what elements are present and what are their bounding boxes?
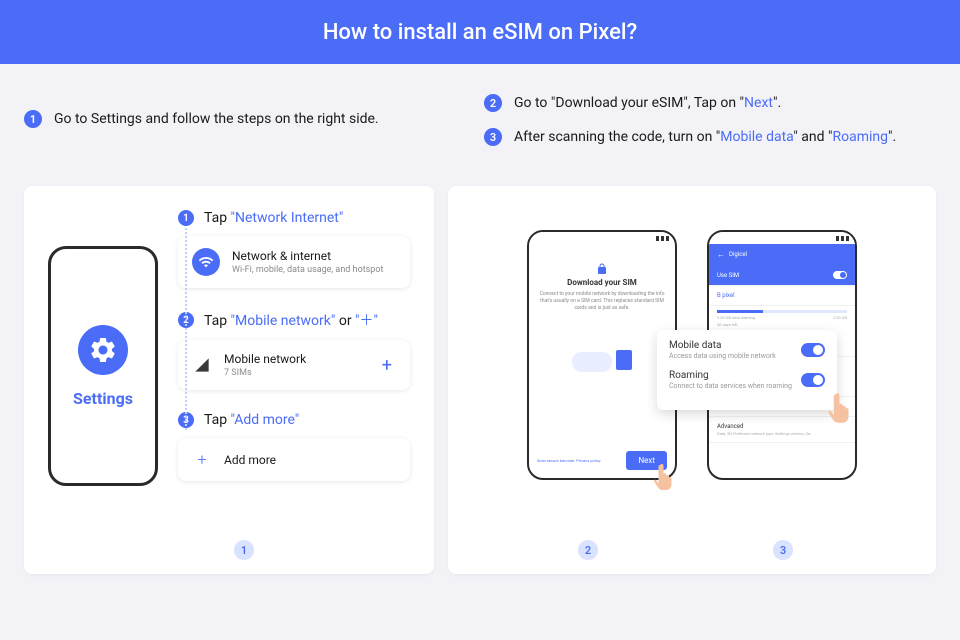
roaming-text: Roaming Connect to data services when ro… [669, 370, 792, 390]
status-bar [529, 232, 675, 244]
roaming-link: Roaming [832, 129, 888, 145]
instruction-1-text: Go to Settings and follow the steps on t… [54, 111, 379, 127]
plan-row: B pixel [709, 286, 855, 306]
phone-column: Settings [48, 210, 158, 550]
card-sub: Wi-Fi, mobile, data usage, and hotspot [232, 265, 396, 275]
mobile-data-toggle[interactable] [801, 343, 825, 357]
toggle-popup: Mobile data Access data using mobile net… [657, 330, 837, 410]
sim-icon [616, 350, 632, 370]
use-sim-toggle[interactable] [833, 271, 847, 279]
page-header: How to install an eSIM on Pixel? [0, 0, 960, 64]
instruction-2: 2 Go to "Download your eSIM", Tap on "Ne… [484, 94, 936, 112]
carrier-name: Digicel [729, 251, 747, 258]
instruction-1: 1 Go to Settings and follow the steps on… [24, 110, 444, 128]
step-3-head: 3 Tap "Add more" [178, 412, 410, 428]
step-3: 3 Tap "Add more" + Add more [178, 412, 410, 481]
phone-mocks: Download your SIM Connect to your mobile… [472, 210, 912, 480]
mobile-data-row: Mobile data Access data using mobile net… [669, 340, 825, 360]
instruction-3-text: After scanning the code, turn on "Mobile… [514, 129, 896, 145]
next-link: Next [744, 95, 773, 111]
panel-number-1: 1 [234, 540, 254, 560]
mock-carrier-settings: ← Digicel Use SIM B pixel [707, 230, 857, 480]
badge-1: 1 [24, 110, 42, 128]
badge-2: 2 [484, 94, 502, 112]
step-1-head: 1 Tap "Network Internet" [178, 210, 410, 226]
instruction-3: 3 After scanning the code, turn on "Mobi… [484, 128, 936, 146]
mobile-network-card[interactable]: Mobile network 7 SIMs + [178, 340, 410, 390]
step-2-head: 2 Tap "Mobile network" or "＋" [178, 310, 410, 330]
mobile-network-link: "Mobile network" [231, 313, 336, 329]
card-text: Add more [224, 453, 396, 467]
lock-icon [596, 260, 608, 272]
download-sim-desc: Connect to your mobile network by downlo… [539, 291, 665, 312]
network-internet-card[interactable]: Network & internet Wi-Fi, mobile, data u… [178, 236, 410, 288]
panel-number-2: 2 [578, 540, 598, 560]
card-title: Network & internet [232, 249, 396, 263]
card-text: Mobile network 7 SIMs [224, 352, 366, 378]
add-more-link: "Add more" [231, 412, 300, 428]
instruction-2-text: Go to "Download your eSIM", Tap on "Next… [514, 95, 781, 111]
network-internet-link: "Network Internet" [231, 210, 344, 226]
step-1: 1 Tap "Network Internet" Network & inter… [178, 210, 410, 288]
card-title: Mobile network [224, 352, 366, 366]
download-sim-title: Download your SIM [567, 278, 637, 287]
carrier-header: ← Digicel [709, 244, 855, 265]
card-text: Network & internet Wi-Fi, mobile, data u… [232, 249, 396, 275]
roaming-toggle[interactable] [801, 373, 825, 387]
badge-3: 3 [484, 128, 502, 146]
footer-tiny: Scan secure barcode. Privacy policy [537, 458, 601, 463]
panel-number-3: 3 [773, 540, 793, 560]
roaming-row: Roaming Connect to data services when ro… [669, 370, 825, 390]
cloud-icon [572, 352, 612, 372]
plus-icon: + [192, 450, 212, 469]
hand-pointer-icon [651, 462, 677, 492]
mock-download-sim: Download your SIM Connect to your mobile… [527, 230, 677, 480]
plus-link: "＋" [355, 313, 378, 329]
step-badge-1: 1 [178, 210, 194, 226]
instruction-right: 2 Go to "Download your eSIM", Tap on "Ne… [484, 94, 936, 162]
use-sim-row[interactable]: Use SIM [709, 265, 855, 286]
plus-icon[interactable]: + [378, 355, 396, 376]
status-bar [709, 232, 855, 244]
settings-gear-icon [78, 325, 128, 375]
mock-body: Download your SIM Connect to your mobile… [529, 244, 675, 443]
phone-frame: Settings [48, 246, 158, 486]
content: 1 Go to Settings and follow the steps on… [0, 64, 960, 574]
panel-2: Download your SIM Connect to your mobile… [448, 186, 936, 574]
page-title: How to install an eSIM on Pixel? [323, 20, 637, 45]
wifi-icon [192, 248, 220, 276]
cloud-sim-illustration [572, 342, 632, 382]
signal-icon [192, 355, 212, 375]
card-title: Add more [224, 453, 396, 467]
mock-phone-left: Download your SIM Connect to your mobile… [527, 230, 677, 480]
card-sub: 7 SIMs [224, 368, 366, 378]
panels: Settings 1 Tap "Network Internet" Networ… [24, 186, 936, 574]
instructions: 1 Go to Settings and follow the steps on… [24, 94, 936, 162]
step-badge-2: 2 [178, 312, 194, 328]
hand-pointer-icon [825, 391, 855, 425]
settings-label: Settings [73, 389, 133, 408]
data-usage: 2.00 GB data warning2.00 GB 30 days left [709, 306, 855, 331]
step-badge-3: 3 [178, 412, 194, 428]
steps: 1 Tap "Network Internet" Network & inter… [178, 210, 410, 550]
mobile-data-link: Mobile data [720, 129, 793, 145]
add-more-card[interactable]: + Add more [178, 438, 410, 481]
instruction-left: 1 Go to Settings and follow the steps on… [24, 94, 444, 162]
panel-1: Settings 1 Tap "Network Internet" Networ… [24, 186, 434, 574]
step-2: 2 Tap "Mobile network" or "＋" Mobile net… [178, 310, 410, 390]
mobile-data-text: Mobile data Access data using mobile net… [669, 340, 776, 360]
